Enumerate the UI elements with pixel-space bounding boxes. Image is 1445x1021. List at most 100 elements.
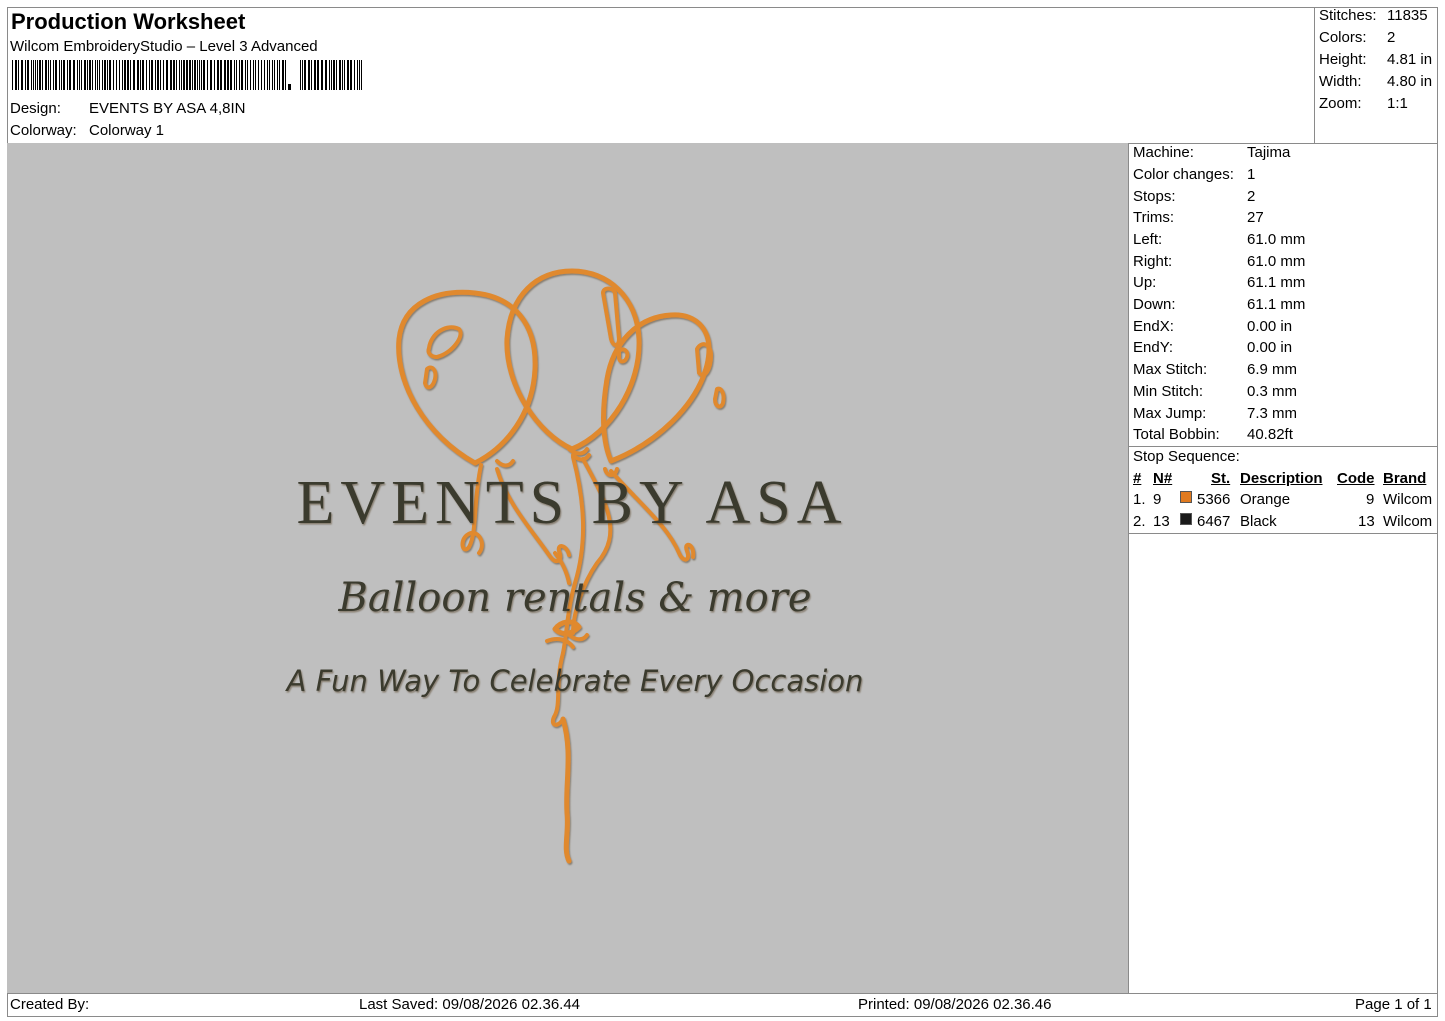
- barcode-bar: [163, 60, 164, 90]
- barcode-bar: [253, 60, 254, 90]
- barcode-bar: [77, 60, 78, 90]
- barcode-bar: [258, 60, 259, 90]
- barcode-bar: [122, 60, 123, 90]
- info-label-stops: Stops:: [1133, 188, 1176, 205]
- barcode-bar: [247, 60, 248, 90]
- row-brand: Wilcom: [1383, 513, 1433, 530]
- barcode-bar: [331, 60, 332, 90]
- barcode-bar: [89, 60, 91, 90]
- info-value-total-bobbin: 40.82ft: [1247, 426, 1293, 443]
- design-value: EVENTS BY ASA 4,8IN: [89, 100, 246, 117]
- barcode-bar: [357, 60, 358, 90]
- footer-last-saved: Last Saved: 09/08/2026 02.36.44: [359, 996, 581, 1013]
- design-text-line3: A Fun Way To Celebrate Every Occasion: [285, 664, 864, 698]
- barcode-bar: [354, 60, 355, 90]
- barcode-bar: [344, 60, 345, 90]
- barcode-bar: [107, 60, 108, 90]
- barcode-bar: [149, 60, 150, 90]
- barcode-bar: [336, 60, 337, 90]
- summary-value-zoom: 1:1: [1387, 95, 1408, 112]
- stop-sequence-title: Stop Sequence:: [1133, 448, 1240, 465]
- barcode-bar: [207, 60, 208, 90]
- design-text-line1: EVENTS BY ASA: [296, 469, 847, 537]
- footer-frame: [7, 993, 1438, 1017]
- barcode-bar: [361, 60, 362, 90]
- barcode-bar: [255, 60, 256, 90]
- barcode-bar: [189, 60, 191, 90]
- footer-created-by: Created By:: [10, 996, 90, 1013]
- row-code: 9: [1366, 491, 1375, 508]
- barcode-bar: [285, 60, 286, 90]
- barcode-bar: [197, 60, 198, 90]
- barcode-bar: [170, 60, 172, 90]
- barcode-bar: [279, 60, 280, 90]
- barcode-bar: [130, 60, 131, 90]
- divider: [1128, 446, 1438, 447]
- barcode-bar: [84, 60, 86, 90]
- barcode-bar: [308, 60, 310, 90]
- barcode-bar: [173, 60, 175, 90]
- barcode-bar: [359, 60, 360, 90]
- barcode-bar: [15, 60, 17, 90]
- barcode-bar: [142, 60, 144, 90]
- barcode-bar: [241, 60, 243, 90]
- barcode-bar: [239, 60, 240, 90]
- barcode-bar: [311, 60, 312, 90]
- info-label-machine: Machine:: [1133, 144, 1194, 161]
- barcode-bar: [230, 60, 232, 90]
- barcode-bar: [39, 60, 41, 90]
- design-text: EVENTS BY ASA Balloon rentals & more A F…: [285, 469, 864, 698]
- barcode-bar: [282, 60, 284, 90]
- barcode-bar: [157, 60, 159, 90]
- barcode-bar: [245, 60, 246, 90]
- row-code: 13: [1358, 513, 1375, 530]
- barcode-bar: [92, 60, 93, 90]
- info-label-left: Left:: [1133, 231, 1163, 248]
- barcode-bar: [321, 60, 323, 90]
- info-value-stops: 2: [1247, 188, 1256, 205]
- barcode-bar: [277, 60, 278, 90]
- barcode-bar: [304, 60, 306, 90]
- row-brand: Wilcom: [1383, 491, 1433, 508]
- barcode-bar: [234, 60, 235, 90]
- barcode-bar: [102, 60, 103, 90]
- barcode-bar: [210, 60, 212, 90]
- info-label-color-changes: Color changes:: [1133, 166, 1234, 183]
- info-value-max-stitch: 6.9 mm: [1247, 361, 1298, 378]
- barcode-bar: [140, 60, 141, 90]
- barcode-bar: [333, 60, 335, 90]
- barcode-comma: [288, 84, 291, 90]
- summary-label-colors: Colors:: [1319, 29, 1367, 46]
- design-preview: EVENTS BY ASA Balloon rentals & more A F…: [7, 143, 1128, 993]
- barcode-bar: [155, 60, 156, 90]
- info-label-total-bobbin: Total Bobbin:: [1133, 426, 1220, 443]
- barcode-bar: [109, 60, 111, 90]
- colorway-value: Colorway 1: [89, 122, 165, 139]
- barcode-bar: [302, 60, 303, 90]
- info-value-color-changes: 1: [1247, 166, 1256, 183]
- divider: [1128, 533, 1438, 534]
- barcode-bar: [186, 60, 188, 90]
- row-st: 6467: [1197, 513, 1231, 530]
- barcode-bar: [104, 60, 106, 90]
- barcode-bar: [317, 60, 319, 90]
- col-header-st: St.: [1211, 470, 1231, 487]
- barcode-bar: [329, 60, 330, 90]
- barcode-bar: [350, 60, 352, 90]
- barcode-bar: [119, 60, 120, 90]
- color-swatch: [1180, 513, 1192, 525]
- barcode-bar: [127, 60, 129, 90]
- barcode-bar: [99, 60, 100, 90]
- info-label-endy: EndY:: [1133, 339, 1174, 356]
- barcode-bar: [347, 60, 349, 90]
- barcode-bar: [42, 60, 43, 90]
- row-index: 2.: [1133, 513, 1146, 530]
- summary-label-width: Width:: [1319, 73, 1362, 90]
- barcode-bar: [183, 60, 185, 90]
- info-value-trims: 27: [1247, 209, 1264, 226]
- barcode-bar: [342, 60, 343, 90]
- col-header-code: Code: [1337, 470, 1375, 487]
- barcode-bar: [176, 60, 177, 90]
- barcode-bar: [116, 60, 117, 90]
- info-value-endy: 0.00 in: [1247, 339, 1293, 356]
